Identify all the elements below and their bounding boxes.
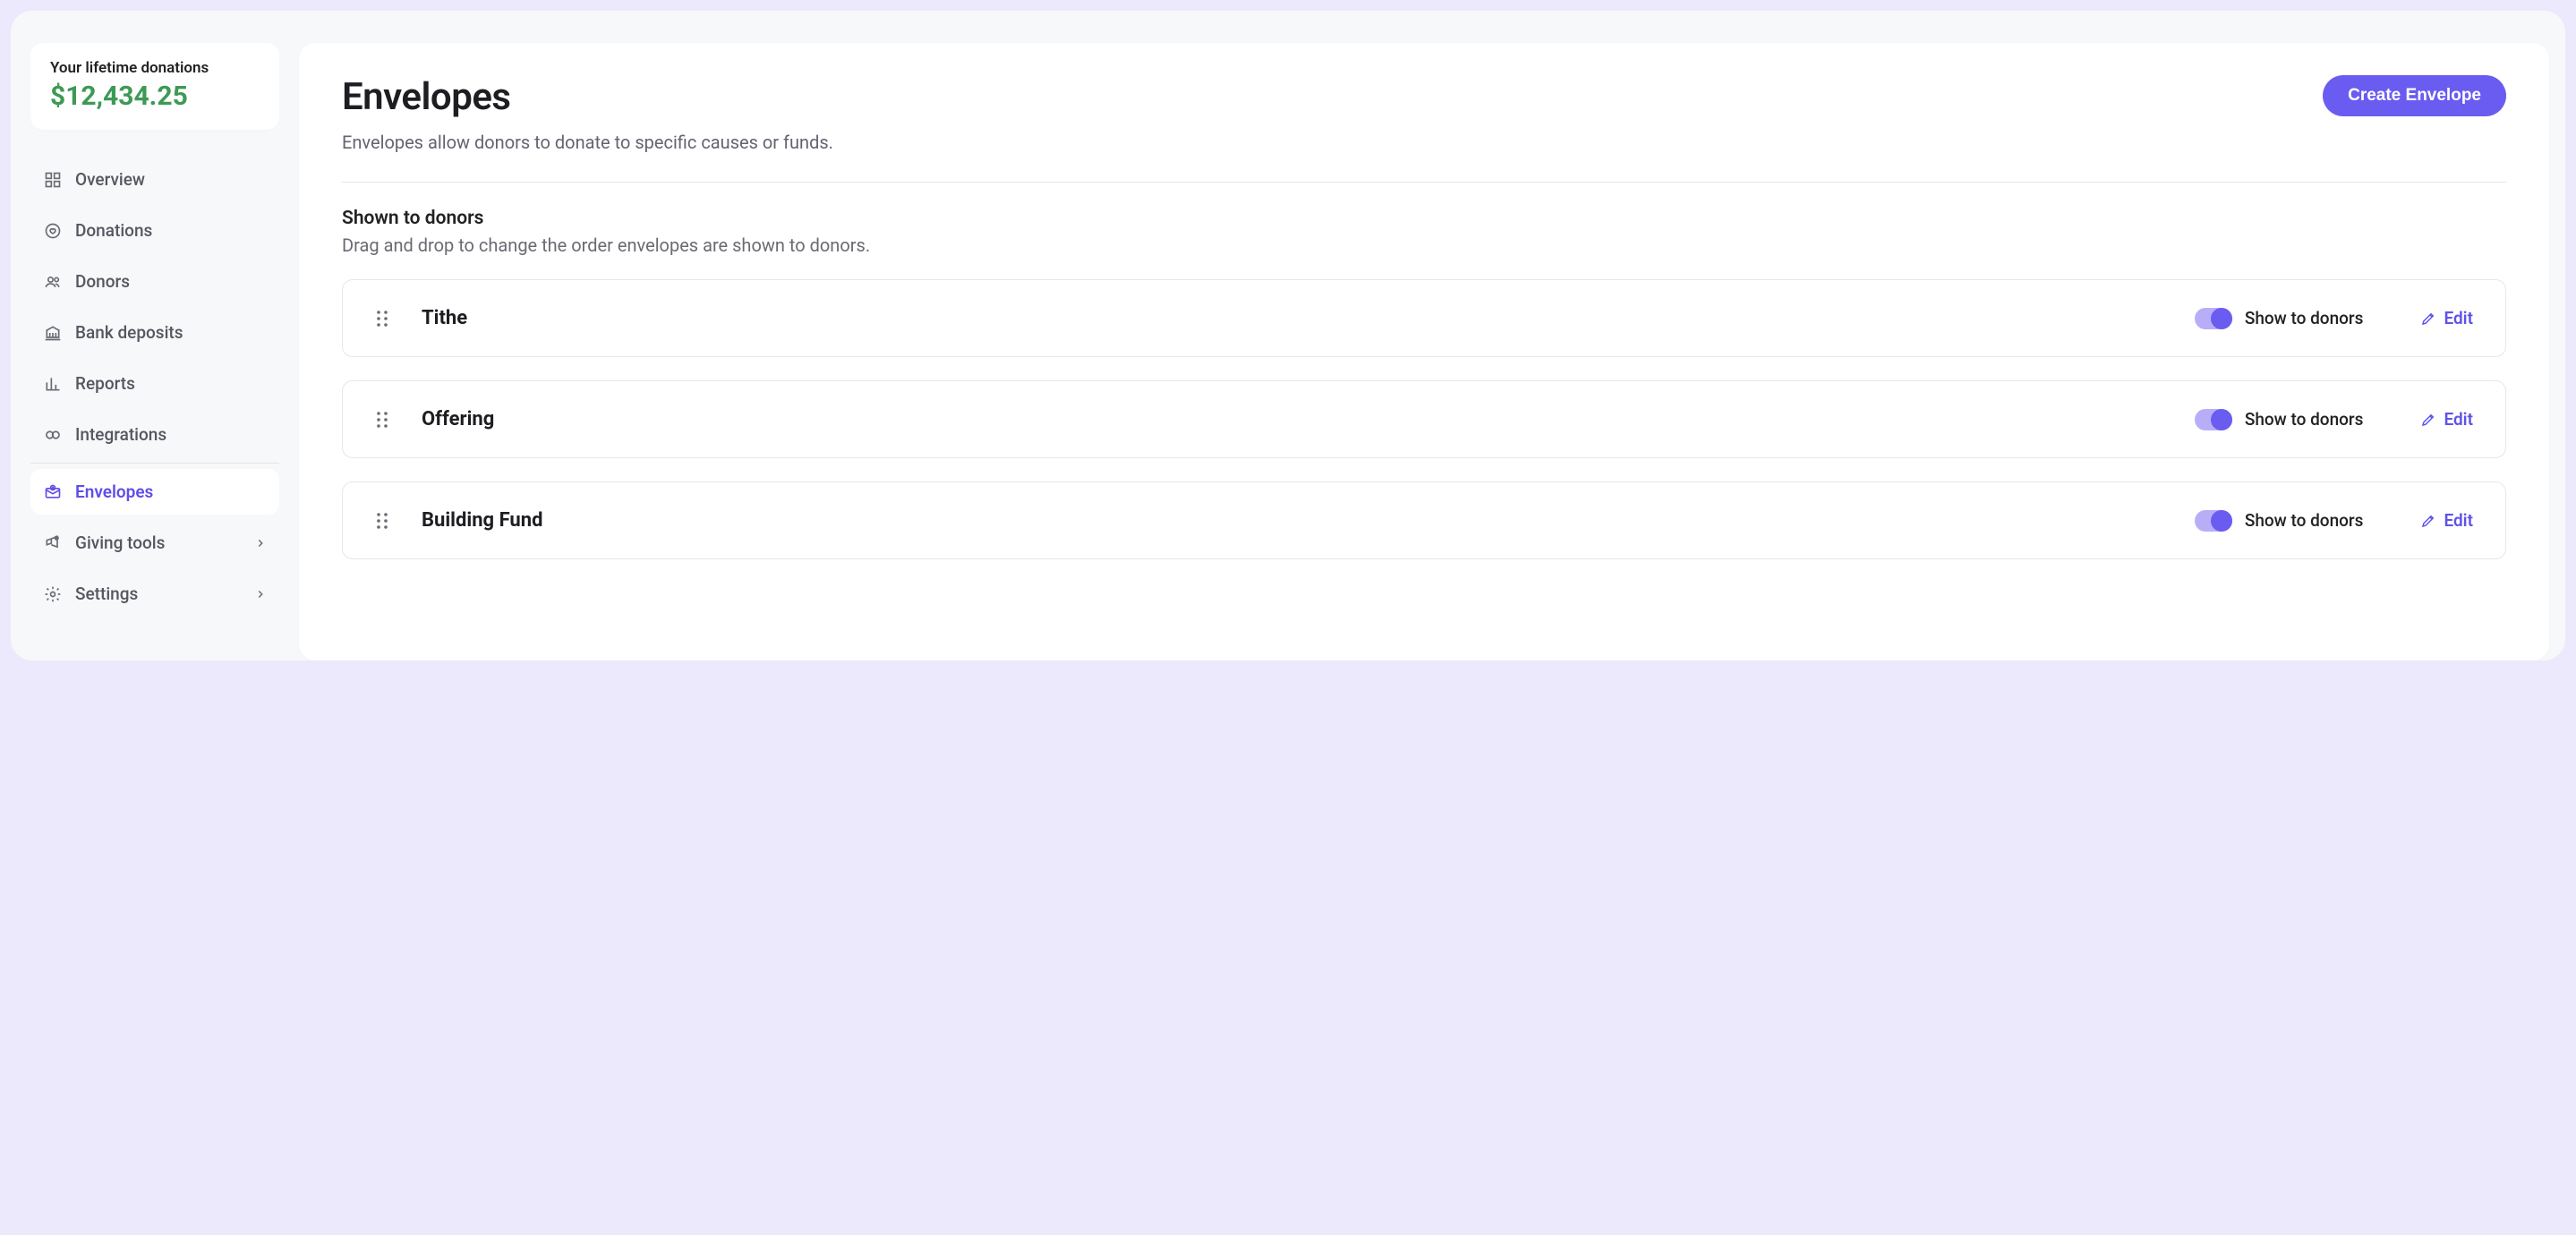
envelope-row: Offering Show to donors Edit bbox=[342, 380, 2506, 458]
sidebar-item-giving-tools[interactable]: Giving tools bbox=[30, 520, 279, 566]
sidebar-item-label: Donations bbox=[75, 220, 152, 241]
gear-icon bbox=[43, 584, 63, 604]
show-to-donors-label: Show to donors bbox=[2245, 510, 2364, 531]
drag-handle-icon[interactable] bbox=[375, 510, 389, 532]
edit-envelope-button[interactable]: Edit bbox=[2420, 308, 2473, 328]
pencil-icon bbox=[2420, 412, 2436, 428]
lifetime-donations-amount: $12,434.25 bbox=[50, 81, 260, 112]
sidebar-nav: Overview Donations Donors Bank deposits bbox=[30, 157, 279, 617]
sidebar-item-label: Integrations bbox=[75, 424, 166, 445]
sidebar-item-label: Reports bbox=[75, 373, 135, 394]
sidebar-item-label: Envelopes bbox=[75, 481, 153, 502]
envelope-row: Tithe Show to donors Edit bbox=[342, 279, 2506, 357]
sidebar-item-label: Settings bbox=[75, 583, 138, 604]
megaphone-icon bbox=[43, 533, 63, 553]
chevron-right-icon bbox=[254, 588, 267, 600]
heart-icon bbox=[43, 221, 63, 241]
sidebar-item-donations[interactable]: Donations bbox=[30, 208, 279, 253]
drag-handle-icon[interactable] bbox=[375, 308, 389, 329]
section-title: Shown to donors bbox=[342, 208, 2506, 229]
envelope-name: Building Fund bbox=[422, 509, 2162, 532]
envelope-icon bbox=[43, 482, 63, 502]
sidebar-item-overview[interactable]: Overview bbox=[30, 157, 279, 202]
sidebar-item-reports[interactable]: Reports bbox=[30, 361, 279, 406]
edit-envelope-button[interactable]: Edit bbox=[2420, 409, 2473, 430]
bank-icon bbox=[43, 323, 63, 343]
lifetime-donations-label: Your lifetime donations bbox=[50, 59, 260, 77]
app-shell: Your lifetime donations $12,434.25 Overv… bbox=[11, 11, 2565, 660]
envelope-name: Tithe bbox=[422, 307, 2162, 329]
sidebar-item-bank-deposits[interactable]: Bank deposits bbox=[30, 310, 279, 355]
edit-label: Edit bbox=[2444, 308, 2473, 328]
envelope-row: Building Fund Show to donors Edit bbox=[342, 481, 2506, 559]
main-panel: Envelopes Envelopes allow donors to dona… bbox=[299, 43, 2549, 660]
edit-label: Edit bbox=[2444, 409, 2473, 430]
users-icon bbox=[43, 272, 63, 292]
show-to-donors-toggle[interactable] bbox=[2195, 409, 2232, 430]
show-to-donors-label: Show to donors bbox=[2245, 308, 2364, 328]
sidebar-item-label: Bank deposits bbox=[75, 322, 183, 343]
grid-icon bbox=[43, 170, 63, 190]
show-to-donors-control: Show to donors bbox=[2195, 308, 2364, 329]
section-help: Drag and drop to change the order envelo… bbox=[342, 234, 2506, 256]
show-to-donors-control: Show to donors bbox=[2195, 409, 2364, 430]
show-to-donors-toggle[interactable] bbox=[2195, 308, 2232, 329]
show-to-donors-label: Show to donors bbox=[2245, 409, 2364, 430]
pencil-icon bbox=[2420, 311, 2436, 327]
pencil-icon bbox=[2420, 513, 2436, 529]
edit-label: Edit bbox=[2444, 510, 2473, 531]
link-icon bbox=[43, 425, 63, 445]
sidebar: Your lifetime donations $12,434.25 Overv… bbox=[11, 11, 299, 660]
chart-icon bbox=[43, 374, 63, 394]
sidebar-item-label: Giving tools bbox=[75, 532, 165, 553]
sidebar-item-label: Donors bbox=[75, 271, 130, 292]
sidebar-item-label: Overview bbox=[75, 169, 145, 190]
create-envelope-button[interactable]: Create Envelope bbox=[2323, 75, 2506, 116]
envelope-name: Offering bbox=[422, 408, 2162, 430]
drag-handle-icon[interactable] bbox=[375, 409, 389, 430]
show-to-donors-toggle[interactable] bbox=[2195, 510, 2232, 532]
chevron-right-icon bbox=[254, 537, 267, 549]
page-header: Envelopes Envelopes allow donors to dona… bbox=[342, 75, 2506, 153]
sidebar-item-integrations[interactable]: Integrations bbox=[30, 412, 279, 457]
envelope-list: Tithe Show to donors Edit Offering bbox=[342, 279, 2506, 559]
sidebar-item-settings[interactable]: Settings bbox=[30, 571, 279, 617]
page-title: Envelopes bbox=[342, 75, 833, 119]
edit-envelope-button[interactable]: Edit bbox=[2420, 510, 2473, 531]
header-divider bbox=[342, 182, 2506, 183]
lifetime-donations-card: Your lifetime donations $12,434.25 bbox=[30, 43, 279, 130]
sidebar-item-donors[interactable]: Donors bbox=[30, 259, 279, 304]
page-subtitle: Envelopes allow donors to donate to spec… bbox=[342, 132, 833, 153]
show-to-donors-control: Show to donors bbox=[2195, 510, 2364, 532]
section-header: Shown to donors Drag and drop to change … bbox=[342, 208, 2506, 256]
sidebar-divider bbox=[30, 463, 279, 464]
sidebar-item-envelopes[interactable]: Envelopes bbox=[30, 469, 279, 515]
